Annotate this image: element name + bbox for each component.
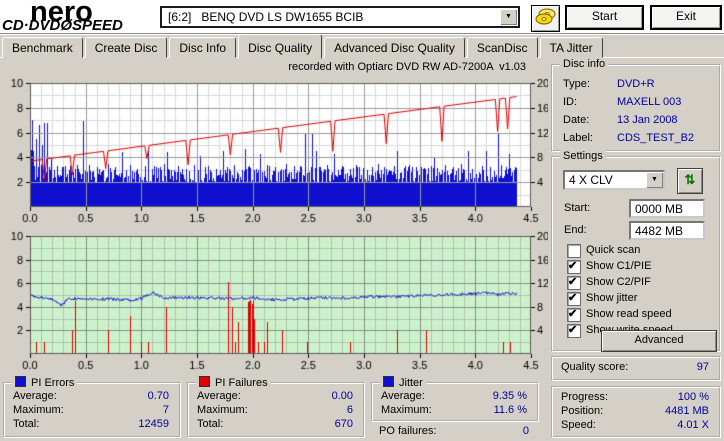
quality-score-value: 97 xyxy=(696,361,709,373)
tab-ta-jitter[interactable]: TA Jitter xyxy=(539,37,603,58)
start-position-label: Start: xyxy=(564,202,591,214)
refresh-speeds-button[interactable]: ⇅ xyxy=(677,168,703,194)
checkbox-quick-scan-label: Quick scan xyxy=(586,244,641,256)
checkbox-show-c2-pif[interactable] xyxy=(567,275,581,290)
scan-speed-value: 4 X CLV xyxy=(569,173,613,187)
checkbox-show-c2-pif-label: Show C2/PIF xyxy=(586,276,651,288)
po-failures-row: PO failures: 0 xyxy=(371,425,539,437)
jitter-legend: Jitter xyxy=(380,376,426,389)
jitter-average-value: 9.35 % xyxy=(492,390,527,402)
progress-value: 100 % xyxy=(677,391,709,403)
position-label: Position: xyxy=(561,405,604,417)
disc-info-panel: Disc info Type: DVD+R ID: MAXELL 003 Date:… xyxy=(551,58,721,152)
refresh-icon: ⇅ xyxy=(684,172,696,187)
checkbox-show-c1-pie-label: Show C1/PIE xyxy=(586,260,652,272)
po-failures-label: PO failures: xyxy=(379,425,437,437)
settings-title: Settings xyxy=(560,150,606,162)
pi-errors-maximum-value: 7 xyxy=(162,404,169,416)
start-button[interactable]: Start xyxy=(565,5,644,30)
tab-disc-info[interactable]: Disc Info xyxy=(169,37,237,58)
pi-failures-legend: PI Failures xyxy=(196,376,271,389)
tab-benchmark[interactable]: Benchmark xyxy=(2,37,83,58)
disc-tool-button[interactable] xyxy=(531,5,560,32)
tab-scandisc[interactable]: ScanDisc xyxy=(466,37,538,58)
speed-label: Speed: xyxy=(561,419,596,431)
jitter-title: Jitter xyxy=(399,377,423,389)
pi-errors-title: PI Errors xyxy=(31,377,75,389)
quality-score-label: Quality score: xyxy=(561,361,629,373)
pi-failures-color-swatch xyxy=(199,376,210,387)
checkbox-show-jitter-label: Show jitter xyxy=(586,292,638,304)
pi-failures-average-value: 0.00 xyxy=(331,390,353,402)
pi-errors-legend: PI Errors xyxy=(12,376,78,389)
jitter-color-swatch xyxy=(383,376,394,387)
title-bar: nero CD·DVDØSPEED [6:2] BENQ DVD LS DW16… xyxy=(0,0,724,34)
tab-disc-quality[interactable]: Disc Quality xyxy=(238,34,323,59)
position-value: 4481 MB xyxy=(664,405,709,417)
po-failures-value: 0 xyxy=(522,425,529,437)
progress-panel: Progress: 100 % Position: 4481 MB Speed:… xyxy=(551,386,721,438)
pi-failures-average-label: Average: xyxy=(197,390,241,402)
disc-date-label: Date: xyxy=(563,114,590,126)
tab-strip: Benchmark Create Disc Disc Info Disc Qua… xyxy=(2,34,605,59)
disc-label-label: Label: xyxy=(563,132,593,144)
disc-type-label: Type: xyxy=(563,78,590,90)
exit-button[interactable]: Exit xyxy=(650,5,722,30)
drive-select[interactable]: [6:2] BENQ DVD LS DW1655 BCIB ▼ xyxy=(160,6,520,28)
pi-failures-title: PI Failures xyxy=(215,377,268,389)
quality-score-panel: Quality score: 97 xyxy=(551,356,721,381)
pi-errors-maximum-label: Maximum: xyxy=(13,404,64,416)
advanced-button[interactable]: Advanced xyxy=(601,330,717,352)
jitter-panel: Jitter Average: 9.35 % Maximum: 11.6 % xyxy=(371,376,539,422)
jitter-average-label: Average: xyxy=(381,390,425,402)
jitter-scan-chart-canvas xyxy=(0,226,548,374)
tab-advanced-disc-quality[interactable]: Advanced Disc Quality xyxy=(324,37,465,58)
pi-failures-total-value: 670 xyxy=(334,418,353,430)
disc-date-value: 13 Jan 2008 xyxy=(617,114,678,126)
checkbox-show-read-speed-label: Show read speed xyxy=(586,308,672,320)
checkbox-quick-scan[interactable] xyxy=(567,244,581,258)
pie-scan-chart-canvas xyxy=(0,58,548,226)
checkbox-show-write-speed[interactable] xyxy=(567,323,581,338)
pi-errors-panel: PI Errors Average: 0.70 Maximum: 7 Total: 1… xyxy=(3,376,181,438)
toolbar-divider xyxy=(0,33,724,35)
end-position-label: End: xyxy=(564,224,587,236)
pi-failures-panel: PI Failures Average: 0.00 Maximum: 6 Total… xyxy=(187,376,365,438)
end-position-field[interactable]: 4482 MB xyxy=(629,221,705,240)
drive-select-value: [6:2] BENQ DVD LS DW1655 BCIB xyxy=(168,10,364,24)
chart-title: recorded with Optiarc DVD RW AD-7200A v1… xyxy=(288,61,526,73)
checkbox-show-c1-pie[interactable] xyxy=(567,259,581,274)
jitter-maximum-value: 11.6 % xyxy=(493,404,527,416)
pi-errors-color-swatch xyxy=(15,376,26,387)
pi-failures-maximum-label: Maximum: xyxy=(197,404,248,416)
discs-icon xyxy=(535,8,555,25)
disc-id-value: MAXELL 003 xyxy=(617,96,682,108)
pi-errors-average-label: Average: xyxy=(13,390,57,402)
product-text: CD·DVDØSPEED xyxy=(2,17,123,34)
chevron-down-icon[interactable]: ▼ xyxy=(500,9,517,25)
settings-panel: Settings 4 X CLV ▼ ⇅ Start: 0000 MB End:… xyxy=(551,150,721,352)
checkbox-show-jitter[interactable] xyxy=(567,291,581,306)
pi-failures-total-label: Total: xyxy=(197,418,224,430)
scan-speed-select[interactable]: 4 X CLV ▼ xyxy=(563,170,665,190)
pi-errors-total-label: Total: xyxy=(13,418,40,430)
speed-value: 4.01 X xyxy=(677,419,709,431)
disc-info-title: Disc info xyxy=(560,58,609,70)
disc-id-label: ID: xyxy=(563,96,578,108)
disc-type-value: DVD+R xyxy=(617,78,655,90)
app-window: nero CD·DVDØSPEED [6:2] BENQ DVD LS DW16… xyxy=(0,0,724,441)
start-position-field[interactable]: 0000 MB xyxy=(629,199,705,218)
checkbox-show-read-speed[interactable] xyxy=(567,307,581,322)
pi-errors-total-value: 12459 xyxy=(138,418,169,430)
disc-label-value: CDS_TEST_B2 xyxy=(617,132,695,144)
pi-failures-maximum-value: 6 xyxy=(346,404,353,416)
pi-errors-average-value: 0.70 xyxy=(147,390,169,402)
tab-create-disc[interactable]: Create Disc xyxy=(84,37,168,58)
progress-label: Progress: xyxy=(561,391,609,403)
jitter-maximum-label: Maximum: xyxy=(381,404,432,416)
chevron-down-icon[interactable]: ▼ xyxy=(646,172,663,188)
